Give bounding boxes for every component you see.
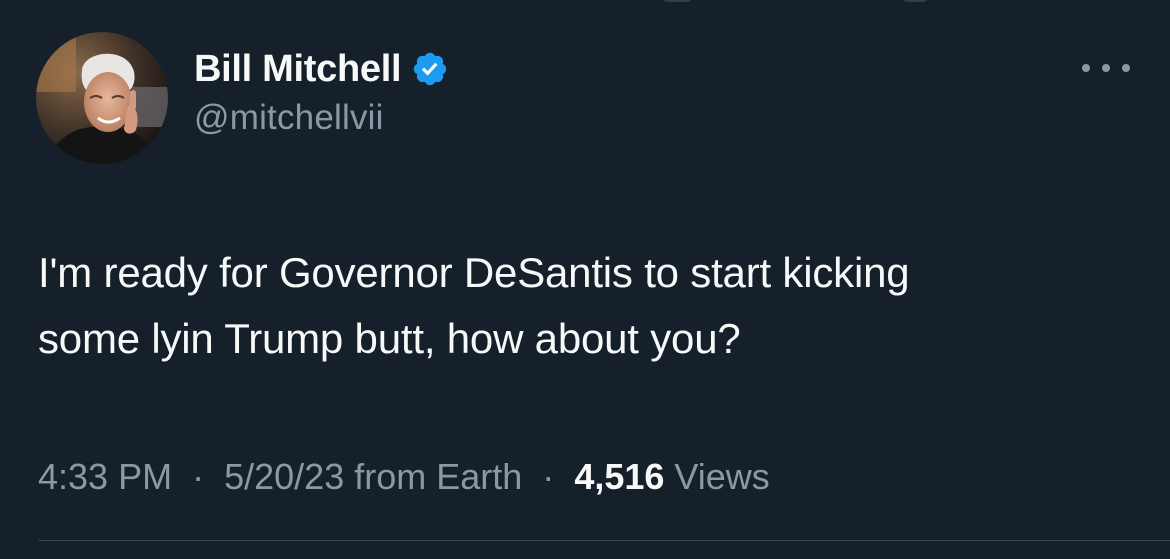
tweet-meta: 4:33 PM · 5/20/23 from Earth · 4,516 View…	[38, 452, 770, 502]
more-options-button[interactable]	[1082, 56, 1130, 80]
tweet-text-line: I'm ready for Governor DeSantis to start…	[38, 249, 910, 296]
name-row: Bill Mitchell	[194, 44, 449, 94]
avatar[interactable]	[36, 32, 168, 164]
tweet-time[interactable]: 4:33 PM	[38, 456, 172, 497]
divider	[38, 540, 1170, 541]
views-label: Views	[674, 456, 770, 497]
author-display-name[interactable]: Bill Mitchell	[194, 48, 402, 91]
tweet-header: Bill Mitchell @mitchellvii	[194, 44, 449, 138]
more-horizontal-icon	[1122, 64, 1130, 72]
meta-separator: ·	[192, 456, 205, 497]
more-horizontal-icon	[1082, 64, 1090, 72]
profile-photo	[36, 32, 168, 164]
tweet-text-line: some lyin Trump butt, how about you?	[38, 315, 741, 362]
tweet-text: I'm ready for Governor DeSantis to start…	[38, 240, 1138, 372]
more-horizontal-icon	[1102, 64, 1110, 72]
views-count[interactable]: 4,516	[574, 456, 664, 497]
author-handle[interactable]: @mitchellvii	[194, 98, 449, 138]
verified-badge-icon[interactable]	[411, 50, 449, 88]
previous-tweet-edge	[650, 0, 930, 4]
meta-separator: ·	[542, 456, 555, 497]
tweet-date-source[interactable]: 5/20/23 from Earth	[224, 456, 522, 497]
